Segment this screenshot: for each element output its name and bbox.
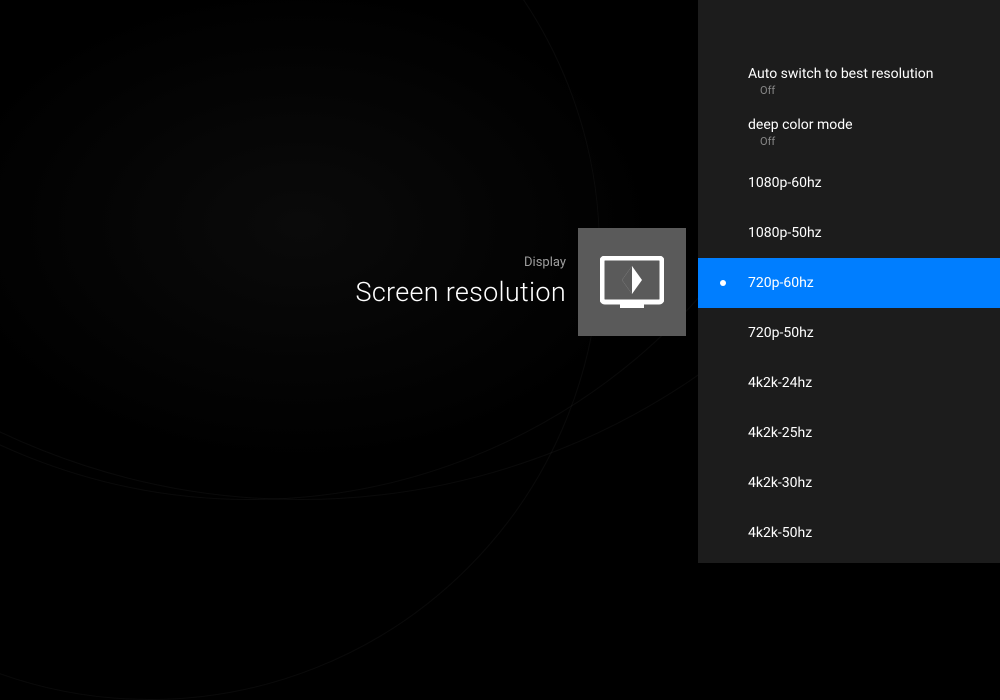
- resolution-option[interactable]: 4k2k-50hz: [698, 508, 1000, 558]
- toggle-label: Auto switch to best resolution: [748, 66, 1000, 82]
- resolution-label: 720p-50hz: [748, 325, 1000, 341]
- display-icon-tile: [578, 228, 686, 336]
- resolution-label: 720p-60hz: [748, 275, 1000, 291]
- resolution-label: 4k2k-30hz: [748, 475, 1000, 491]
- resolution-option[interactable]: 4k2k-25hz: [698, 408, 1000, 458]
- resolution-label: 4k2k-50hz: [748, 525, 1000, 541]
- resolution-option[interactable]: 720p-50hz: [698, 308, 1000, 358]
- category-label: Display: [356, 255, 566, 270]
- toggle-value: Off: [760, 84, 1000, 97]
- radio-selected-icon: [720, 280, 726, 286]
- resolution-option[interactable]: 1080p-60hz: [698, 158, 1000, 208]
- toggle-value: Off: [760, 135, 1000, 148]
- resolution-option[interactable]: 4k2k-24hz: [698, 358, 1000, 408]
- title-block: Display Screen resolution: [356, 255, 566, 308]
- main-content: Display Screen resolution: [0, 0, 698, 563]
- resolution-option[interactable]: 1080p-50hz: [698, 208, 1000, 258]
- settings-sidebar: Auto switch to best resolutionOffdeep co…: [698, 0, 1000, 563]
- resolution-label: 1080p-60hz: [748, 175, 1000, 191]
- resolution-label: 4k2k-24hz: [748, 375, 1000, 391]
- toggle-item[interactable]: Auto switch to best resolution Off: [698, 56, 1000, 107]
- resolution-option[interactable]: 720p-60hz: [698, 258, 1000, 308]
- display-brightness-icon: [600, 256, 664, 308]
- toggle-item[interactable]: deep color mode Off: [698, 107, 1000, 158]
- toggle-label: deep color mode: [748, 117, 1000, 133]
- resolution-option[interactable]: 4k2k-30hz: [698, 458, 1000, 508]
- page-title: Screen resolution: [356, 276, 566, 308]
- resolution-label: 1080p-50hz: [748, 225, 1000, 241]
- resolution-label: 4k2k-25hz: [748, 425, 1000, 441]
